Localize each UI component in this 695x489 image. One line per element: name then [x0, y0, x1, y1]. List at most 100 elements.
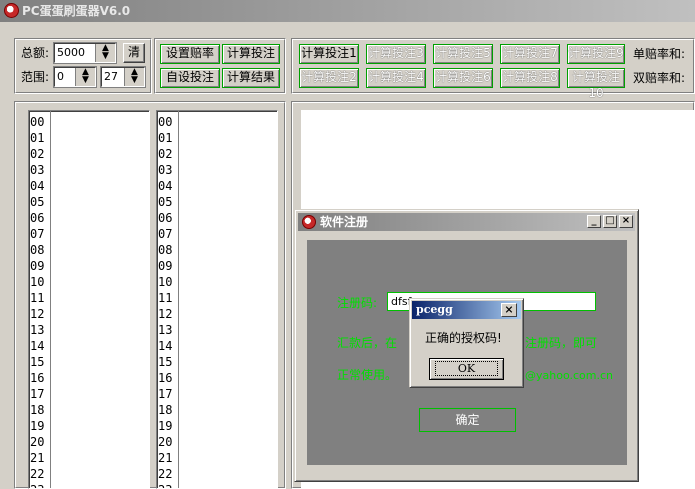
list-item[interactable]: 08: [158, 242, 178, 258]
list-item[interactable]: 07: [158, 226, 178, 242]
list-item[interactable]: 21: [158, 450, 178, 466]
list-item[interactable]: 20: [158, 434, 178, 450]
list-item[interactable]: 22: [158, 466, 178, 482]
confirm-button[interactable]: 确定: [419, 408, 516, 432]
set-odds-button[interactable]: 设置赔率: [160, 44, 220, 64]
list-item[interactable]: 18: [158, 402, 178, 418]
calc-bet-4-button[interactable]: 计算投注4: [366, 68, 426, 88]
calc-bet-5-button[interactable]: 计算投注5: [433, 44, 493, 64]
minimize-icon[interactable]: _: [587, 215, 601, 228]
app-icon: [302, 215, 316, 229]
title-bar[interactable]: PC蛋蛋刷蛋器V6.0: [0, 0, 695, 22]
list-item[interactable]: 13: [158, 322, 178, 338]
double-odds-label: 双赔率和:: [633, 71, 686, 85]
custom-bet-button[interactable]: 自设投注: [160, 68, 220, 88]
list-item[interactable]: 12: [30, 306, 50, 322]
contact-email: @yahoo.com.cn: [525, 369, 613, 382]
list-item[interactable]: 23: [158, 482, 178, 488]
list-item[interactable]: 00: [30, 114, 50, 130]
range-to-value: 27: [104, 70, 118, 83]
range-to-spinner[interactable]: 27 ▲ ▼: [100, 66, 146, 88]
instruction-line1-right: 注册码，即可: [525, 336, 598, 350]
list-item[interactable]: 14: [30, 338, 50, 354]
calc-bet-2-button[interactable]: 计算投注2: [299, 68, 359, 88]
list-item[interactable]: 22: [30, 466, 50, 482]
list-item[interactable]: 01: [158, 130, 178, 146]
list-item[interactable]: 15: [158, 354, 178, 370]
message-text: 正确的授权码!: [425, 331, 502, 345]
list-item[interactable]: 11: [30, 290, 50, 306]
list-item[interactable]: 00: [158, 114, 178, 130]
list-item[interactable]: 18: [30, 402, 50, 418]
list-item[interactable]: 21: [30, 450, 50, 466]
calc-bet-3-button[interactable]: 计算投注3: [366, 44, 426, 64]
clear-button[interactable]: 清: [123, 43, 145, 63]
list-item[interactable]: 06: [158, 210, 178, 226]
list-item[interactable]: 02: [158, 146, 178, 162]
list-item[interactable]: 03: [30, 162, 50, 178]
list-item[interactable]: 07: [30, 226, 50, 242]
list-item[interactable]: 05: [158, 194, 178, 210]
list-item[interactable]: 12: [158, 306, 178, 322]
ok-label: OK: [434, 361, 499, 376]
list-item[interactable]: 14: [158, 338, 178, 354]
list-item[interactable]: 02: [30, 146, 50, 162]
total-label: 总额:: [21, 46, 50, 60]
range-from-value: 0: [57, 70, 64, 83]
list-item[interactable]: 16: [158, 370, 178, 386]
number-list-2[interactable]: 00 01 02 03 04 05 06 07 08 09 10 11 12 13 14 15 16 17 18 19…: [156, 110, 278, 489]
list-item[interactable]: 13: [30, 322, 50, 338]
list-item[interactable]: 09: [30, 258, 50, 274]
calc-bet-7-button[interactable]: 计算投注7: [500, 44, 560, 64]
calc-bet-1-button[interactable]: 计算投注1: [299, 44, 359, 64]
calc-bet-button[interactable]: 计算投注: [222, 44, 280, 64]
list-item[interactable]: 19: [30, 418, 50, 434]
total-value: 5000: [57, 46, 85, 59]
instruction-line2-left: 正常使用。: [337, 368, 398, 382]
list-item[interactable]: 20: [30, 434, 50, 450]
list-item[interactable]: 01: [30, 130, 50, 146]
calc-bet-9-button[interactable]: 计算投注9: [567, 44, 625, 64]
calc-result-button[interactable]: 计算结果: [222, 68, 280, 88]
list-item[interactable]: 06: [30, 210, 50, 226]
list-item[interactable]: 10: [158, 274, 178, 290]
number-list-2-column: 00 01 02 03 04 05 06 07 08 09 10 11 12 13 14 15 16 17 18 19…: [157, 111, 179, 488]
list-item[interactable]: 09: [158, 258, 178, 274]
total-spin-arrows-icon[interactable]: ▲ ▼: [95, 44, 115, 62]
calc-bet-10-button[interactable]: 计算投注10: [567, 68, 625, 100]
window-title: PC蛋蛋刷蛋器V6.0: [22, 4, 131, 18]
registration-title-bar[interactable]: 软件注册 _ □ ×: [298, 213, 635, 231]
list-item[interactable]: 15: [30, 354, 50, 370]
registration-title: 软件注册: [320, 215, 369, 229]
list-item[interactable]: 08: [30, 242, 50, 258]
total-spinner[interactable]: 5000 ▲ ▼: [53, 42, 117, 64]
list-item[interactable]: 17: [30, 386, 50, 402]
range-from-arrows-icon[interactable]: ▲ ▼: [75, 68, 95, 86]
range-from-spinner[interactable]: 0 ▲ ▼: [53, 66, 97, 88]
close-icon[interactable]: ×: [501, 303, 517, 317]
main-window: PC蛋蛋刷蛋器V6.0 总额: 5000 ▲ ▼ 清 范围: 0 ▲ ▼ 27 ▲ ▼…: [0, 0, 695, 489]
list-item[interactable]: 19: [158, 418, 178, 434]
code-label: 注册码:: [337, 296, 378, 310]
range-label: 范围:: [21, 70, 50, 84]
list-item[interactable]: 17: [158, 386, 178, 402]
list-item[interactable]: 10: [30, 274, 50, 290]
list-item[interactable]: 04: [158, 178, 178, 194]
single-odds-label: 单赔率和:: [633, 47, 686, 61]
list-item[interactable]: 16: [30, 370, 50, 386]
maximize-icon[interactable]: □: [603, 215, 617, 228]
list-item[interactable]: 05: [30, 194, 50, 210]
number-list-1[interactable]: 00 01 02 03 04 05 06 07 08 09 10 11 12 13 14 15 16 17 18 19…: [28, 110, 150, 489]
close-icon[interactable]: ×: [619, 215, 633, 228]
range-to-arrows-icon[interactable]: ▲ ▼: [124, 68, 144, 86]
message-title: pcegg: [416, 303, 453, 316]
ok-button[interactable]: OK: [429, 358, 504, 380]
list-item[interactable]: 03: [158, 162, 178, 178]
list-item[interactable]: 11: [158, 290, 178, 306]
instruction-line1-left: 汇款后，在: [337, 336, 398, 350]
calc-bet-8-button[interactable]: 计算投注8: [500, 68, 560, 88]
message-title-bar[interactable]: pcegg ×: [412, 301, 521, 319]
list-item[interactable]: 23: [30, 482, 50, 488]
list-item[interactable]: 04: [30, 178, 50, 194]
calc-bet-6-button[interactable]: 计算投注6: [433, 68, 493, 88]
